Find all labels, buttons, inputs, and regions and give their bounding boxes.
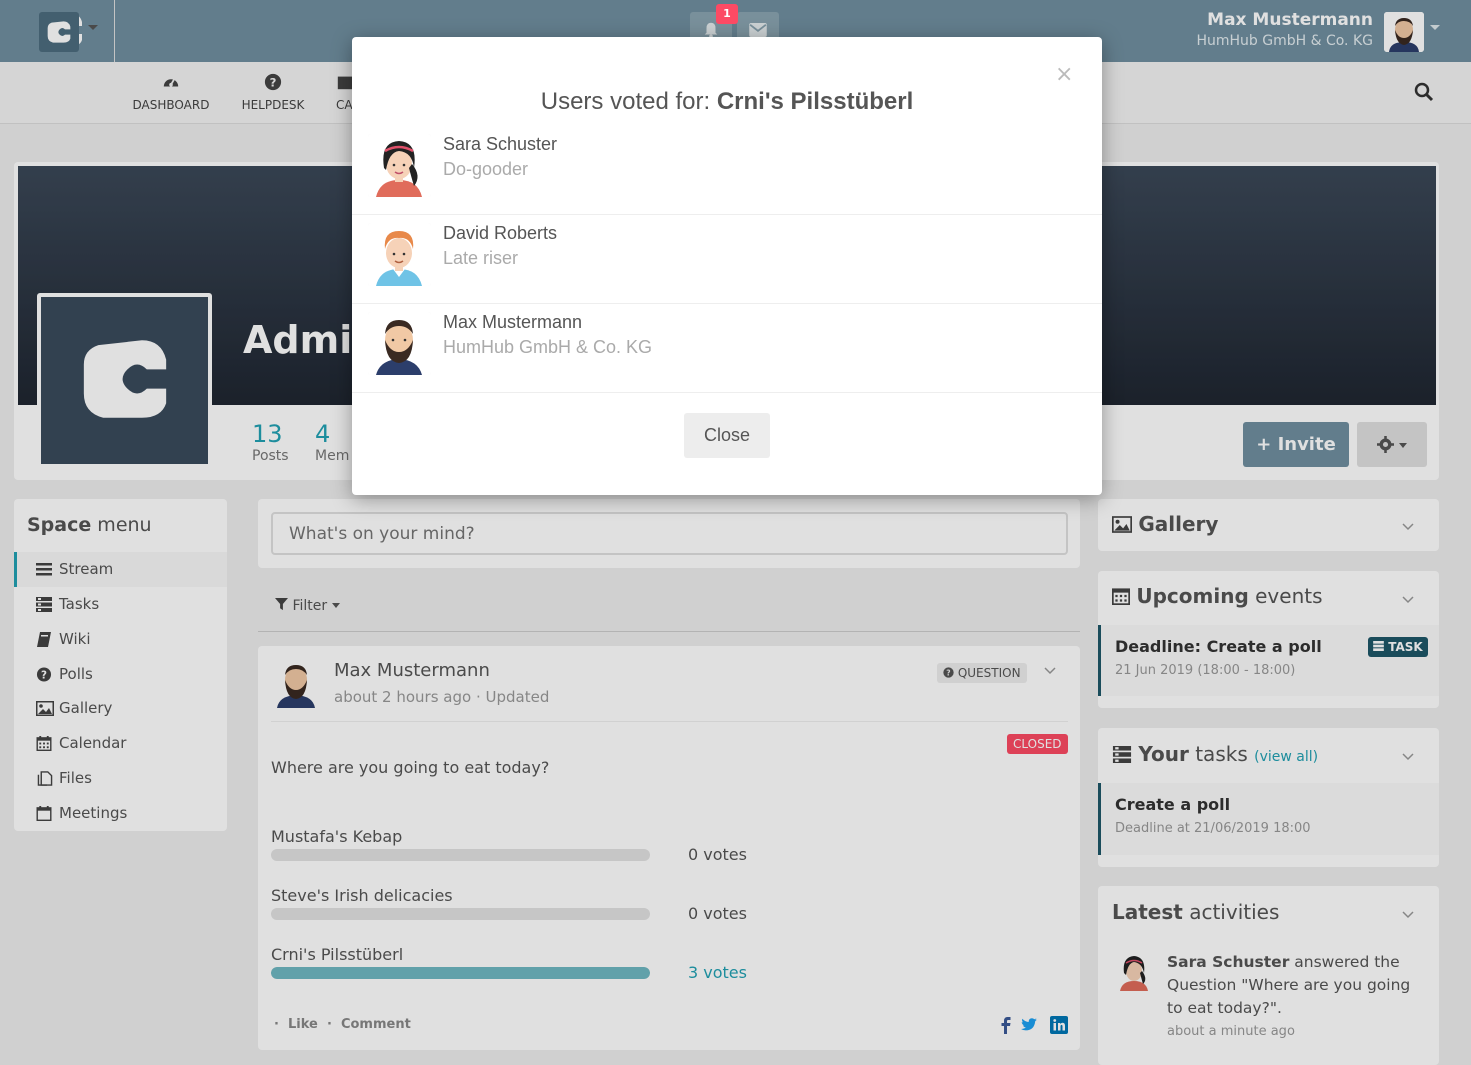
modal-title: Users voted for: Crni's Pilsstüberl: [540, 88, 914, 115]
voter-name[interactable]: Max Mustermann: [443, 312, 582, 333]
voter-row[interactable]: Max Mustermann HumHub GmbH & Co. KG: [352, 304, 1102, 393]
close-button[interactable]: Close: [684, 413, 770, 458]
voter-avatar[interactable]: [368, 312, 431, 375]
voter-row[interactable]: Sara Schuster Do-gooder: [352, 126, 1102, 215]
voter-name[interactable]: David Roberts: [443, 223, 557, 244]
voter-avatar[interactable]: [368, 134, 431, 197]
voter-row[interactable]: David Roberts Late riser: [352, 215, 1102, 304]
voter-title: HumHub GmbH & Co. KG: [443, 337, 653, 357]
voter-title: Late riser: [443, 248, 519, 268]
close-icon[interactable]: ×: [1055, 64, 1073, 86]
voter-title: Do-gooder: [443, 159, 529, 179]
notification-count-badge: 1: [716, 4, 738, 24]
voter-avatar[interactable]: [368, 223, 431, 286]
voter-name[interactable]: Sara Schuster: [443, 134, 557, 155]
